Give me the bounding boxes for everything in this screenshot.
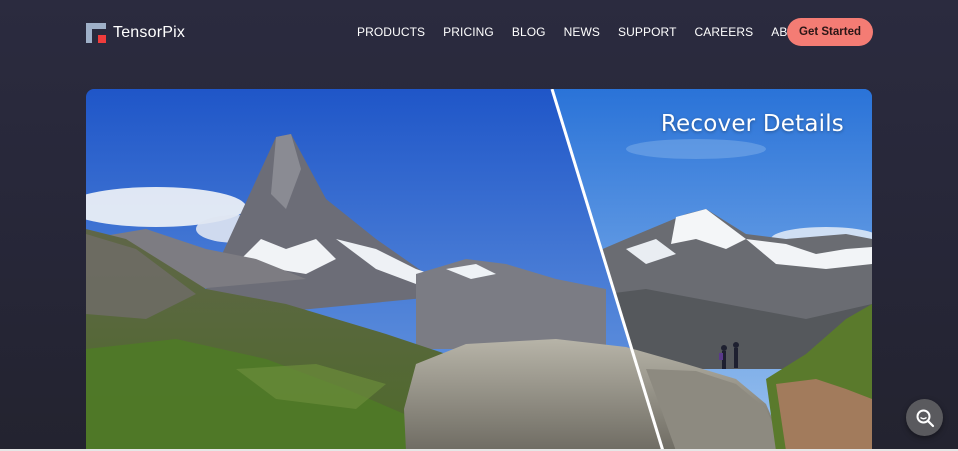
hero-caption: Recover Details xyxy=(660,111,844,137)
hero-comparison-image[interactable]: Recover Details xyxy=(86,89,872,451)
chat-search-button[interactable] xyxy=(906,399,943,436)
tensorpix-logo-icon xyxy=(86,23,106,43)
matterhorn-landscape-image xyxy=(86,89,872,451)
get-started-button[interactable]: Get Started xyxy=(787,18,873,46)
brand-name: TensorPix xyxy=(113,24,186,41)
site-header: TensorPix PRODUCTS PRICING BLOG NEWS SUP… xyxy=(0,0,958,64)
nav-item-pricing[interactable]: PRICING xyxy=(443,25,494,39)
brand-logo[interactable]: TensorPix xyxy=(86,22,185,44)
nav-item-careers[interactable]: CAREERS xyxy=(695,25,754,39)
search-chat-icon xyxy=(916,409,934,427)
main-nav: PRODUCTS PRICING BLOG NEWS SUPPORT CAREE… xyxy=(357,18,831,46)
nav-item-support[interactable]: SUPPORT xyxy=(618,25,677,39)
nav-item-blog[interactable]: BLOG xyxy=(512,25,546,39)
nav-item-products[interactable]: PRODUCTS xyxy=(357,25,425,39)
nav-item-news[interactable]: NEWS xyxy=(564,25,600,39)
